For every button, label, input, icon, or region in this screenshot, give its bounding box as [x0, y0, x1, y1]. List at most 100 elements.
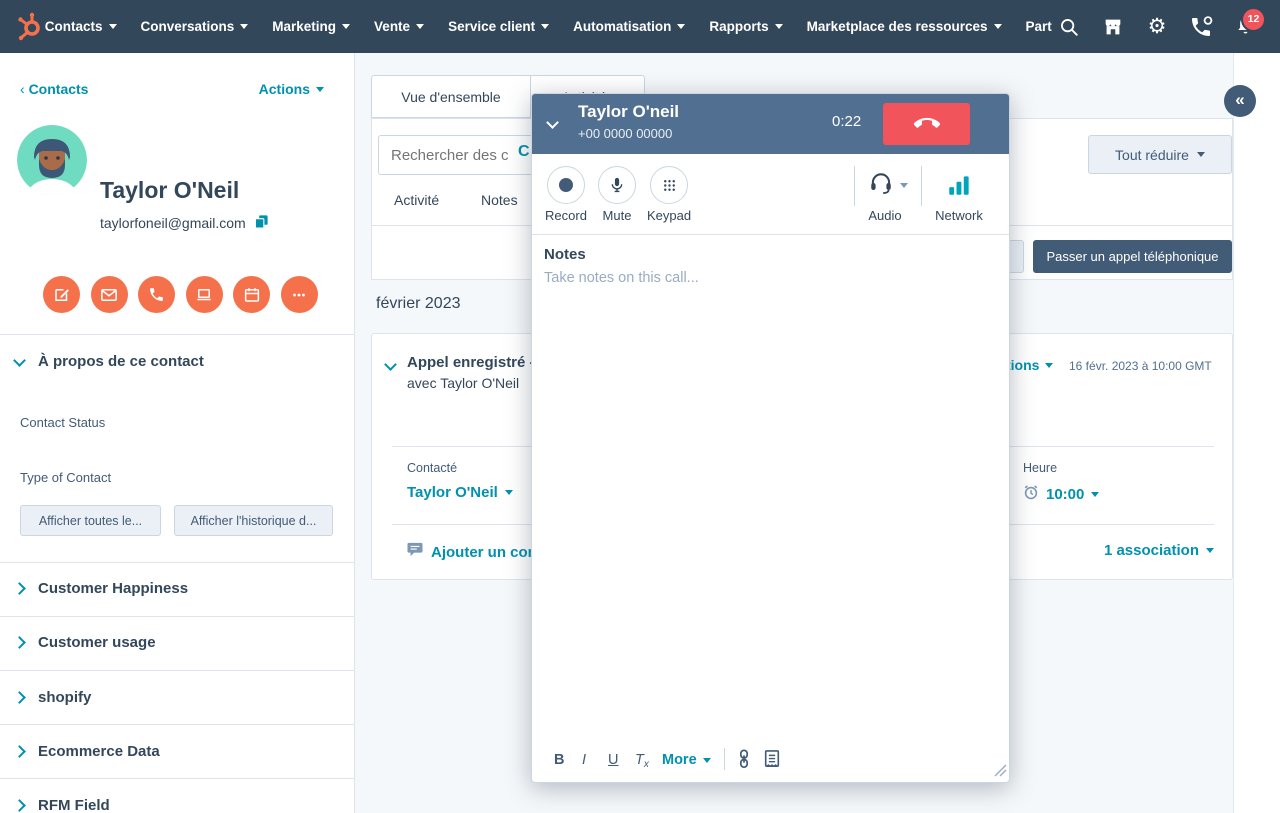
chevron-right-icon [13, 636, 26, 649]
contact-name: Taylor O'Neil [100, 177, 239, 204]
card-timestamp: 16 févr. 2023 à 10:00 GMT [1069, 359, 1212, 373]
add-comment-link[interactable]: Ajouter un com [407, 542, 541, 562]
subtab-notes[interactable]: Notes [481, 192, 518, 208]
chevron-right-icon [13, 745, 26, 758]
chevron-right-icon [13, 691, 26, 704]
nav-service-client[interactable]: Service client [436, 19, 561, 34]
calls-icon[interactable] [1184, 10, 1218, 44]
record-button[interactable] [547, 166, 585, 204]
network-label[interactable]: Network [928, 208, 990, 223]
show-all-properties-button[interactable]: Afficher toutes le... [20, 505, 161, 536]
actions-dropdown[interactable]: Actions [259, 81, 324, 97]
bold-button[interactable]: B [554, 752, 564, 768]
audio-settings-dropdown[interactable] [868, 170, 908, 201]
divider [854, 166, 855, 206]
nav-vente[interactable]: Vente [362, 19, 436, 34]
divider [0, 670, 354, 671]
notes-title: Notes [544, 246, 586, 263]
mute-button[interactable] [598, 166, 636, 204]
chevron-right-icon [13, 582, 26, 595]
time-value-dropdown[interactable]: 10:00 [1023, 484, 1099, 505]
notifications-bell-icon[interactable]: 12 [1228, 10, 1262, 44]
nav-rapports[interactable]: Rapports [697, 19, 794, 34]
call-widget-header: Taylor O'neil +00 0000 00000 0:22 [532, 94, 1009, 154]
call-contact-name: Taylor O'neil [578, 102, 679, 122]
chevron-down-icon [505, 490, 513, 495]
comment-bubble-icon [407, 542, 423, 562]
nav-partenaires[interactable]: Parten [1014, 19, 1052, 34]
tab-overview[interactable]: Vue d'ensemble [371, 75, 531, 118]
hubspot-logo-icon[interactable] [14, 11, 44, 46]
chevron-down-icon [1206, 548, 1214, 553]
month-header: février 2023 [376, 295, 461, 313]
audio-label[interactable]: Audio [854, 208, 916, 223]
show-property-history-button[interactable]: Afficher l'historique d... [174, 505, 333, 536]
nav-marketplace[interactable]: Marketplace des ressources [795, 19, 1014, 34]
nav-marketing[interactable]: Marketing [260, 19, 362, 34]
field-label-type-of-contact: Type of Contact [20, 470, 111, 485]
call-card-title: Appel enregistré - [407, 354, 535, 371]
nav-conversations[interactable]: Conversations [129, 19, 261, 34]
nav-icon-group: ⚙ 12 [1052, 10, 1280, 44]
create-task-button[interactable] [186, 276, 223, 313]
divider [0, 562, 354, 563]
contacted-value-dropdown[interactable]: Taylor O'Neil [407, 484, 513, 501]
send-email-button[interactable] [91, 276, 128, 313]
hang-up-button[interactable] [883, 103, 970, 145]
keypad-label[interactable]: Keypad [637, 208, 701, 223]
section-customer-usage[interactable]: Customer usage [15, 634, 156, 651]
divider [532, 234, 1009, 235]
card-actions-dropdown[interactable]: tions [1006, 357, 1053, 373]
section-customer-happiness[interactable]: Customer Happiness [15, 580, 188, 597]
section-rfm-field[interactable]: RFM Field [15, 797, 110, 813]
resize-handle[interactable] [994, 764, 1007, 782]
section-shopify[interactable]: shopify [15, 689, 91, 706]
copy-icon[interactable] [254, 214, 269, 232]
about-section-header[interactable]: À propos de ce contact [15, 353, 204, 370]
divider [0, 724, 354, 725]
insert-snippet-button[interactable] [763, 749, 781, 774]
chevron-down-icon [900, 183, 908, 188]
link-icon [735, 749, 753, 769]
hang-up-phone-icon [914, 111, 940, 137]
chevron-down-icon [1197, 152, 1205, 157]
search-icon[interactable] [1052, 10, 1086, 44]
underline-button[interactable]: U [608, 752, 618, 768]
divider [921, 166, 922, 206]
schedule-meeting-button[interactable] [233, 276, 270, 313]
nav-contacts[interactable]: Contacts [33, 19, 129, 34]
marketplace-icon[interactable] [1096, 10, 1130, 44]
field-label-contact-status: Contact Status [20, 415, 105, 430]
chevron-down-icon[interactable] [384, 358, 397, 371]
more-actions-button[interactable] [281, 276, 318, 313]
italic-button[interactable]: I [582, 752, 586, 768]
call-timer: 0:22 [832, 113, 861, 130]
create-note-button[interactable] [43, 276, 80, 313]
network-quality-indicator[interactable] [946, 172, 972, 203]
double-chevron-left-icon: « [1235, 90, 1244, 110]
laptop-icon [195, 286, 213, 304]
settings-gear-icon[interactable]: ⚙ [1140, 10, 1174, 44]
record-dot-icon [557, 176, 575, 194]
subtab-activity[interactable]: Activité [394, 192, 439, 208]
contact-sidebar: ‹ Contacts Actions Taylor O'Neil taylorf… [0, 53, 355, 813]
signal-bars-icon [946, 185, 972, 202]
keypad-button[interactable] [650, 166, 688, 204]
minimize-call-chevron-icon[interactable] [546, 116, 559, 129]
alarm-clock-icon [1023, 484, 1039, 505]
breadcrumb[interactable]: ‹ Contacts [20, 81, 88, 97]
collapse-all-button[interactable]: Tout réduire [1088, 135, 1232, 174]
contact-email: taylorfoneil@gmail.com [100, 215, 246, 231]
clear-formatting-button[interactable]: Tx [635, 752, 649, 770]
collapse-panel-button[interactable]: « [1224, 85, 1256, 117]
insert-link-button[interactable] [735, 749, 753, 774]
call-button[interactable] [138, 276, 175, 313]
call-card-subtitle: avec Taylor O'Neil [407, 375, 519, 391]
nav-automatisation[interactable]: Automatisation [561, 19, 697, 34]
make-phone-call-button[interactable]: Passer un appel téléphonique [1033, 240, 1232, 273]
associations-dropdown[interactable]: 1 association [982, 542, 1214, 559]
call-notes-editor[interactable]: Take notes on this call... [544, 270, 984, 730]
snippet-document-icon [763, 749, 781, 769]
more-formatting-dropdown[interactable]: More [662, 752, 711, 768]
section-ecommerce-data[interactable]: Ecommerce Data [15, 743, 160, 760]
